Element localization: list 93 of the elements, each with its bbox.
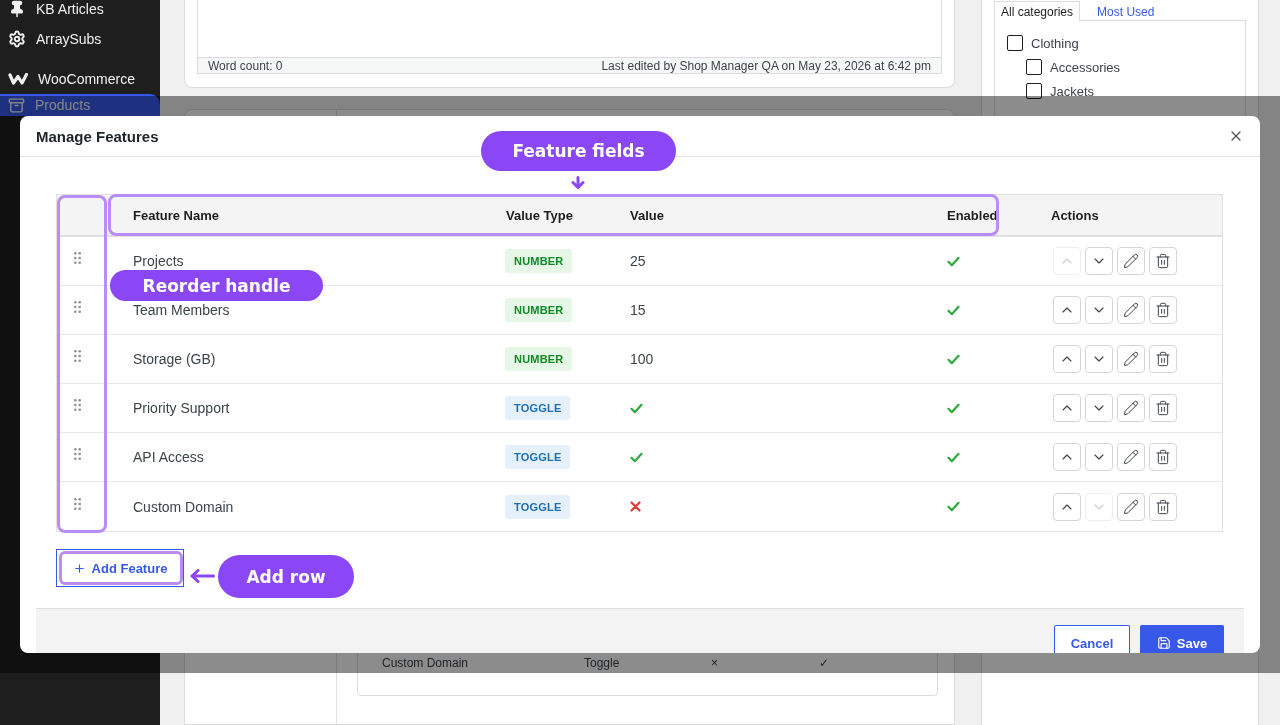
move-up-button[interactable] xyxy=(1053,296,1081,324)
table-cell: 15 xyxy=(630,302,646,318)
table-cell: 100 xyxy=(630,351,654,367)
checkbox[interactable] xyxy=(1026,59,1042,75)
callout-label: Add row xyxy=(218,555,354,598)
archive-icon xyxy=(8,96,25,114)
pencil-icon xyxy=(1123,351,1139,367)
last-edited-text: Last edited by Shop Manager QA on May 23, 2026 at 6:42 pm xyxy=(601,58,931,73)
modal-title: Manage Features xyxy=(36,127,159,145)
grip-icon[interactable] xyxy=(74,350,81,362)
table-cell: Projects xyxy=(133,253,184,269)
type-badge: NUMBER xyxy=(505,249,573,273)
trash-icon xyxy=(1155,302,1171,318)
type-badge: TOGGLE xyxy=(505,445,571,469)
column-header: Feature Name xyxy=(133,207,219,223)
move-down-button[interactable] xyxy=(1085,345,1113,373)
category-label: Accessories xyxy=(1050,59,1121,75)
edit-button[interactable] xyxy=(1117,492,1145,521)
grip-icon[interactable] xyxy=(74,497,81,510)
category-tab[interactable]: Most Used xyxy=(1090,1,1162,21)
sidebar-item[interactable]: KB Articles xyxy=(0,0,160,24)
edit-button[interactable] xyxy=(1117,443,1145,471)
editor-field[interactable] xyxy=(197,0,942,57)
pencil-icon xyxy=(1123,498,1139,515)
table-cell: × xyxy=(711,655,718,671)
pencil-icon xyxy=(1123,302,1139,318)
column-header: Enabled xyxy=(947,207,998,223)
pencil-icon xyxy=(1123,253,1139,269)
sidebar-item[interactable]: WooCommerce xyxy=(0,64,160,94)
arrow-icon xyxy=(571,176,585,189)
column-header: Actions xyxy=(1051,207,1099,223)
table-cell: Custom Domain xyxy=(133,498,234,515)
category-label: Jackets xyxy=(1050,83,1095,99)
callout-label: Reorder handle xyxy=(110,270,323,301)
pencil-icon xyxy=(1123,400,1139,416)
trash-icon xyxy=(1155,351,1171,367)
table-cell: Team Members xyxy=(133,302,230,318)
delete-button[interactable] xyxy=(1149,394,1177,422)
save-button[interactable]: Save xyxy=(1140,625,1224,653)
cancel-button[interactable]: Cancel xyxy=(1054,625,1130,653)
move-down-button[interactable] xyxy=(1085,443,1113,471)
grip-icon[interactable] xyxy=(74,301,81,313)
logo-icon xyxy=(8,73,28,85)
move-up-button[interactable] xyxy=(1053,345,1081,373)
table-cell: API Access xyxy=(133,449,204,465)
arrow-icon xyxy=(189,569,215,583)
delete-button[interactable] xyxy=(1149,247,1177,275)
delete-button[interactable] xyxy=(1149,296,1177,324)
edit-button[interactable] xyxy=(1117,345,1145,373)
table-cell: Toggle xyxy=(584,655,620,671)
move-down-button[interactable] xyxy=(1085,247,1113,275)
category-tab[interactable]: All categories xyxy=(994,1,1081,21)
pin-icon xyxy=(8,0,26,18)
sidebar-item[interactable]: ArraySubs xyxy=(0,24,160,54)
move-up-button[interactable] xyxy=(1053,443,1081,471)
move-down-button[interactable] xyxy=(1085,296,1113,324)
type-badge: NUMBER xyxy=(505,298,573,322)
trash-icon xyxy=(1155,449,1171,465)
move-down-button[interactable] xyxy=(1085,394,1113,422)
table-cell: 25 xyxy=(630,253,646,269)
delete-button[interactable] xyxy=(1149,492,1177,521)
trash-icon xyxy=(1155,400,1171,416)
edit-button[interactable] xyxy=(1117,296,1145,324)
move-up-button[interactable] xyxy=(1053,394,1081,422)
table-cell: Priority Support xyxy=(133,400,230,416)
type-badge: NUMBER xyxy=(505,347,573,371)
plus-icon xyxy=(72,561,86,575)
grip-icon[interactable] xyxy=(74,252,81,264)
callout-label: Feature fields xyxy=(481,131,676,171)
trash-icon xyxy=(1155,253,1171,269)
gear-icon xyxy=(8,30,26,48)
save-icon xyxy=(1156,636,1171,650)
move-up-button[interactable] xyxy=(1053,492,1081,521)
grip-icon[interactable] xyxy=(74,448,81,460)
grip-icon[interactable] xyxy=(74,399,81,411)
pencil-icon xyxy=(1123,449,1139,465)
type-badge: TOGGLE xyxy=(505,396,571,420)
type-badge: TOGGLE xyxy=(505,494,571,519)
edit-button[interactable] xyxy=(1117,394,1145,422)
delete-button[interactable] xyxy=(1149,345,1177,373)
table-cell: ✓ xyxy=(819,655,830,671)
category-label: Clothing xyxy=(1031,35,1079,51)
sidebar-item[interactable]: Products xyxy=(0,94,160,116)
checkbox[interactable] xyxy=(1007,35,1023,51)
trash-icon xyxy=(1155,498,1171,515)
table-cell: Custom Domain xyxy=(382,655,469,671)
checkbox[interactable] xyxy=(1026,83,1042,99)
column-header: Value Type xyxy=(506,207,573,223)
delete-button[interactable] xyxy=(1149,443,1177,471)
word-count: Word count: 0 xyxy=(208,58,283,73)
column-header: Value xyxy=(630,207,664,223)
table-cell: Storage (GB) xyxy=(133,351,216,367)
edit-button[interactable] xyxy=(1117,247,1145,275)
